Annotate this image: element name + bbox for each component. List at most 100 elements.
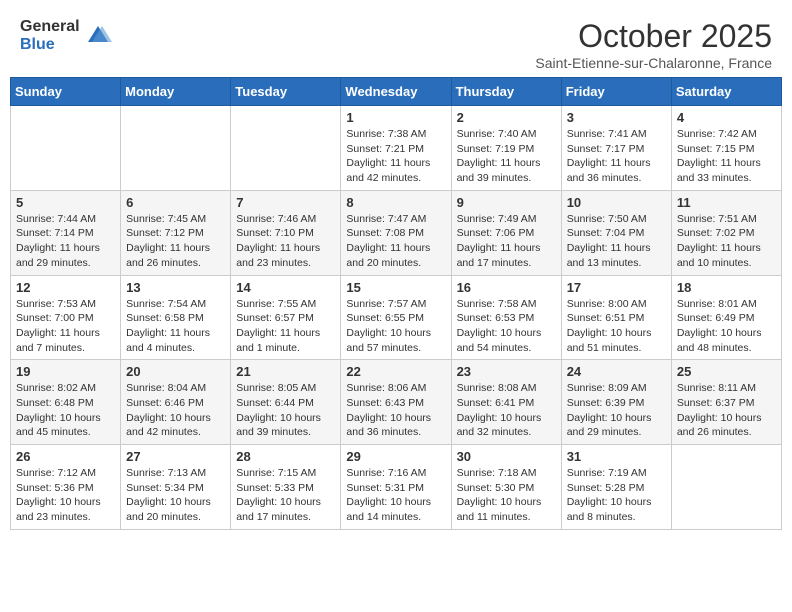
day-info: Sunrise: 8:00 AM Sunset: 6:51 PM Dayligh… [567, 297, 666, 356]
day-info: Sunrise: 7:44 AM Sunset: 7:14 PM Dayligh… [16, 212, 115, 271]
calendar-cell: 13Sunrise: 7:54 AM Sunset: 6:58 PM Dayli… [121, 275, 231, 360]
calendar-cell: 1Sunrise: 7:38 AM Sunset: 7:21 PM Daylig… [341, 106, 451, 191]
day-number: 23 [457, 364, 556, 379]
calendar-cell: 26 Sunrise: 7:12 AM Sunset: 5:36 PM Dayli… [11, 445, 121, 530]
calendar-cell: 20Sunrise: 8:04 AM Sunset: 6:46 PM Dayli… [121, 360, 231, 445]
calendar-cell [121, 106, 231, 191]
calendar-cell: 3 Sunrise: 7:41 AM Sunset: 7:17 PM Daylig… [561, 106, 671, 191]
calendar-cell: 19 Sunrise: 8:02 AM Sunset: 6:48 PM Dayli… [11, 360, 121, 445]
day-number: 29 [346, 449, 445, 464]
calendar-cell: 8 Sunrise: 7:47 AM Sunset: 7:08 PM Daylig… [341, 190, 451, 275]
calendar-cell: 5Sunrise: 7:44 AM Sunset: 7:14 PM Daylig… [11, 190, 121, 275]
calendar-header-thursday: Thursday [451, 78, 561, 106]
calendar-cell: 12Sunrise: 7:53 AM Sunset: 7:00 PM Dayli… [11, 275, 121, 360]
calendar-header-tuesday: Tuesday [231, 78, 341, 106]
day-info: Sunrise: 8:01 AM Sunset: 6:49 PM Dayligh… [677, 297, 776, 356]
day-number: 24 [567, 364, 666, 379]
location-title: Saint-Etienne-sur-Chalaronne, France [535, 55, 772, 71]
day-info: Sunrise: 8:06 AM Sunset: 6:43 PM Dayligh… [346, 381, 445, 440]
day-info: Sunrise: 8:04 AM Sunset: 6:46 PM Dayligh… [126, 381, 225, 440]
calendar-header-row: SundayMondayTuesdayWednesdayThursdayFrid… [11, 78, 782, 106]
day-number: 6 [126, 195, 225, 210]
day-number: 16 [457, 280, 556, 295]
day-info: Sunrise: 7:12 AM Sunset: 5:36 PM Dayligh… [16, 466, 115, 525]
month-title: October 2025 [535, 18, 772, 55]
day-number: 12 [16, 280, 115, 295]
logo: General Blue [20, 18, 112, 53]
day-number: 8 [346, 195, 445, 210]
calendar-cell: 11 Sunrise: 7:51 AM Sunset: 7:02 PM Dayli… [671, 190, 781, 275]
calendar-cell: 23 Sunrise: 8:08 AM Sunset: 6:41 PM Dayli… [451, 360, 561, 445]
day-info: Sunrise: 7:57 AM Sunset: 6:55 PM Dayligh… [346, 297, 445, 356]
day-number: 15 [346, 280, 445, 295]
day-number: 21 [236, 364, 335, 379]
day-info: Sunrise: 7:40 AM Sunset: 7:19 PM Dayligh… [457, 127, 556, 186]
day-info: Sunrise: 7:41 AM Sunset: 7:17 PM Dayligh… [567, 127, 666, 186]
day-number: 11 [677, 195, 776, 210]
day-number: 13 [126, 280, 225, 295]
day-number: 14 [236, 280, 335, 295]
calendar-cell: 18Sunrise: 8:01 AM Sunset: 6:49 PM Dayli… [671, 275, 781, 360]
calendar-cell: 9 Sunrise: 7:49 AM Sunset: 7:06 PM Daylig… [451, 190, 561, 275]
calendar-cell: 29 Sunrise: 7:16 AM Sunset: 5:31 PM Dayli… [341, 445, 451, 530]
calendar-cell: 24 Sunrise: 8:09 AM Sunset: 6:39 PM Dayli… [561, 360, 671, 445]
day-info: Sunrise: 7:16 AM Sunset: 5:31 PM Dayligh… [346, 466, 445, 525]
day-number: 25 [677, 364, 776, 379]
logo-blue-text: Blue [20, 36, 80, 54]
day-number: 30 [457, 449, 556, 464]
calendar-cell: 27Sunrise: 7:13 AM Sunset: 5:34 PM Dayli… [121, 445, 231, 530]
day-number: 4 [677, 110, 776, 125]
calendar-week-row: 26 Sunrise: 7:12 AM Sunset: 5:36 PM Dayli… [11, 445, 782, 530]
day-number: 1 [346, 110, 445, 125]
day-info: Sunrise: 7:45 AM Sunset: 7:12 PM Dayligh… [126, 212, 225, 271]
calendar-cell [231, 106, 341, 191]
calendar-week-row: 5Sunrise: 7:44 AM Sunset: 7:14 PM Daylig… [11, 190, 782, 275]
day-info: Sunrise: 7:55 AM Sunset: 6:57 PM Dayligh… [236, 297, 335, 356]
day-info: Sunrise: 8:05 AM Sunset: 6:44 PM Dayligh… [236, 381, 335, 440]
day-info: Sunrise: 7:18 AM Sunset: 5:30 PM Dayligh… [457, 466, 556, 525]
day-number: 2 [457, 110, 556, 125]
day-number: 9 [457, 195, 556, 210]
calendar-cell: 22 Sunrise: 8:06 AM Sunset: 6:43 PM Dayli… [341, 360, 451, 445]
calendar-week-row: 12Sunrise: 7:53 AM Sunset: 7:00 PM Dayli… [11, 275, 782, 360]
calendar-cell: 2 Sunrise: 7:40 AM Sunset: 7:19 PM Daylig… [451, 106, 561, 191]
calendar-cell: 4 Sunrise: 7:42 AM Sunset: 7:15 PM Daylig… [671, 106, 781, 191]
calendar-table: SundayMondayTuesdayWednesdayThursdayFrid… [10, 77, 782, 530]
day-number: 3 [567, 110, 666, 125]
calendar-week-row: 19 Sunrise: 8:02 AM Sunset: 6:48 PM Dayli… [11, 360, 782, 445]
day-number: 28 [236, 449, 335, 464]
day-number: 10 [567, 195, 666, 210]
calendar-cell: 6 Sunrise: 7:45 AM Sunset: 7:12 PM Daylig… [121, 190, 231, 275]
day-number: 19 [16, 364, 115, 379]
day-info: Sunrise: 8:02 AM Sunset: 6:48 PM Dayligh… [16, 381, 115, 440]
day-info: Sunrise: 7:46 AM Sunset: 7:10 PM Dayligh… [236, 212, 335, 271]
calendar-cell: 7Sunrise: 7:46 AM Sunset: 7:10 PM Daylig… [231, 190, 341, 275]
day-info: Sunrise: 7:58 AM Sunset: 6:53 PM Dayligh… [457, 297, 556, 356]
day-info: Sunrise: 7:42 AM Sunset: 7:15 PM Dayligh… [677, 127, 776, 186]
day-info: Sunrise: 8:08 AM Sunset: 6:41 PM Dayligh… [457, 381, 556, 440]
day-info: Sunrise: 8:11 AM Sunset: 6:37 PM Dayligh… [677, 381, 776, 440]
calendar-cell: 16 Sunrise: 7:58 AM Sunset: 6:53 PM Dayli… [451, 275, 561, 360]
logo-icon [84, 22, 112, 50]
day-number: 26 [16, 449, 115, 464]
calendar-cell: 31Sunrise: 7:19 AM Sunset: 5:28 PM Dayli… [561, 445, 671, 530]
day-info: Sunrise: 8:09 AM Sunset: 6:39 PM Dayligh… [567, 381, 666, 440]
calendar-header-saturday: Saturday [671, 78, 781, 106]
day-number: 22 [346, 364, 445, 379]
calendar-header-sunday: Sunday [11, 78, 121, 106]
calendar-cell: 25 Sunrise: 8:11 AM Sunset: 6:37 PM Dayli… [671, 360, 781, 445]
day-info: Sunrise: 7:49 AM Sunset: 7:06 PM Dayligh… [457, 212, 556, 271]
day-number: 31 [567, 449, 666, 464]
page-header: General Blue October 2025 Saint-Etienne-… [10, 10, 782, 77]
logo-general-text: General [20, 18, 80, 36]
calendar-cell [671, 445, 781, 530]
calendar-cell: 10Sunrise: 7:50 AM Sunset: 7:04 PM Dayli… [561, 190, 671, 275]
calendar-week-row: 1Sunrise: 7:38 AM Sunset: 7:21 PM Daylig… [11, 106, 782, 191]
calendar-header-friday: Friday [561, 78, 671, 106]
day-info: Sunrise: 7:51 AM Sunset: 7:02 PM Dayligh… [677, 212, 776, 271]
day-info: Sunrise: 7:47 AM Sunset: 7:08 PM Dayligh… [346, 212, 445, 271]
calendar-cell: 28 Sunrise: 7:15 AM Sunset: 5:33 PM Dayli… [231, 445, 341, 530]
day-info: Sunrise: 7:15 AM Sunset: 5:33 PM Dayligh… [236, 466, 335, 525]
title-block: October 2025 Saint-Etienne-sur-Chalaronn… [535, 18, 772, 71]
calendar-header-monday: Monday [121, 78, 231, 106]
